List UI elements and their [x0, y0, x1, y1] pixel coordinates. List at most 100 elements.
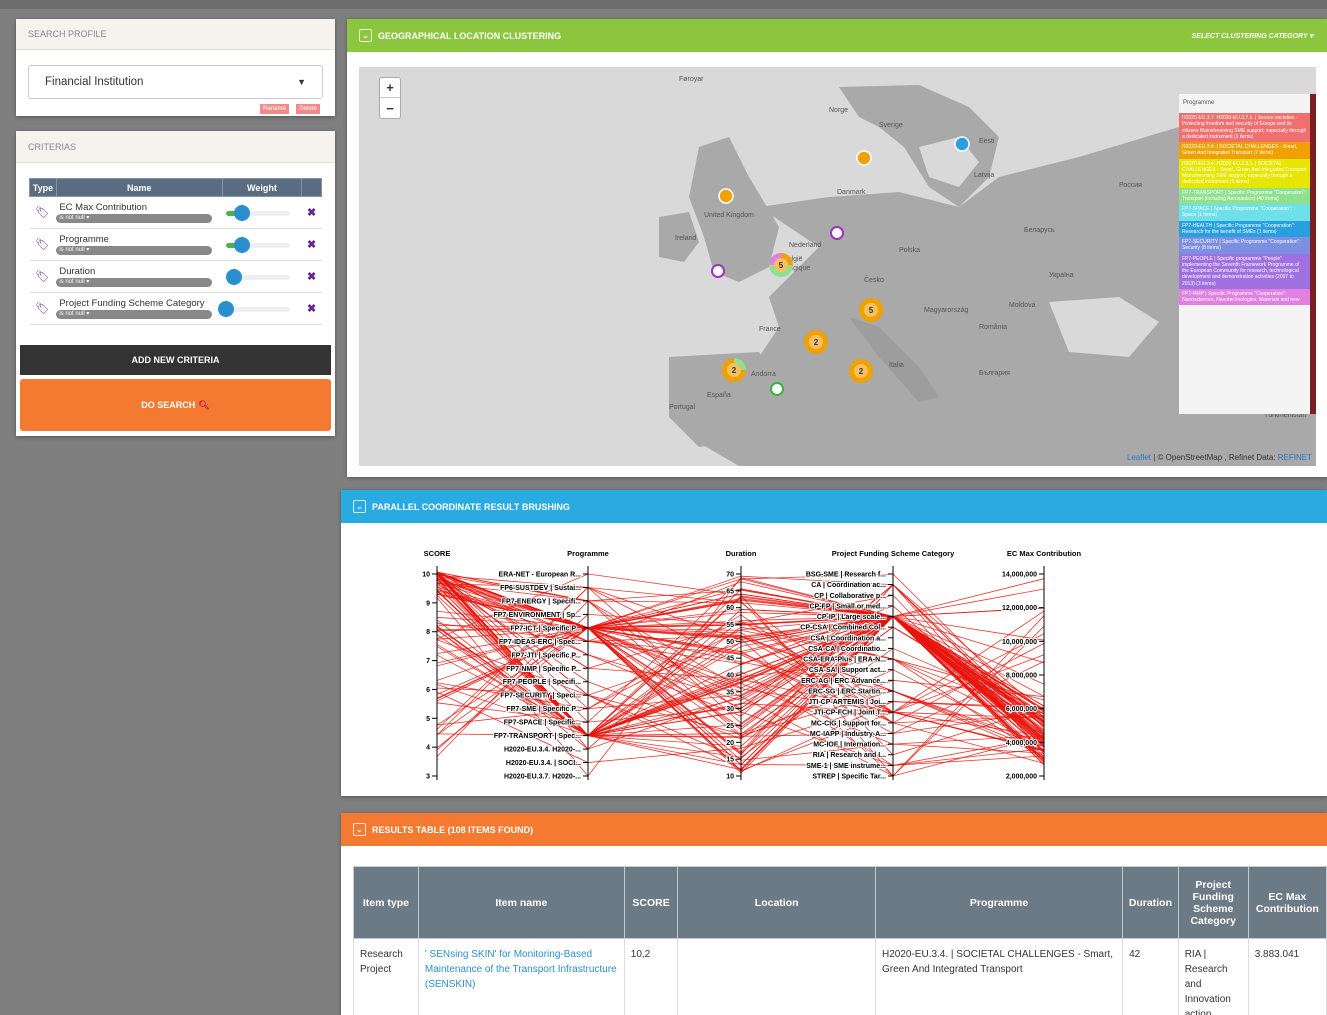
cluster-marker-france[interactable]: 2: [804, 330, 828, 354]
marker-germany[interactable]: [830, 226, 844, 240]
criteria-condition-label: is not null: [59, 247, 85, 253]
cell-item-name-link[interactable]: ' SENsing SKIN' for Monitoring-Based Mai…: [417, 938, 625, 1015]
collapse-chevron-icon[interactable]: ⌄: [353, 500, 366, 513]
axis-tick-label: FP7-TRANSPORT | Spec...: [494, 733, 581, 740]
remove-criteria-icon[interactable]: ✖: [301, 196, 322, 229]
place-label: Eesti: [979, 138, 995, 145]
column-header-programme[interactable]: Programme: [874, 866, 1124, 939]
criteria-name: Programme: [59, 234, 109, 245]
place-label: România: [979, 324, 1007, 331]
refinet-link[interactable]: REFINET: [1278, 453, 1312, 462]
table-row[interactable]: Research Project ' SENsing SKIN' for Mon…: [353, 938, 1327, 1015]
tag-icon: 🏷︎: [29, 292, 57, 325]
parallel-coordinates-chart[interactable]: SCORE 10 9 8 7 6 5 4 3 Programme ERA-NET - Europea…: [341, 523, 1327, 793]
zoom-out-button[interactable]: −: [380, 98, 400, 118]
legend-item[interactable]: FP7-SPACE | Specific Programme "Cooperat…: [1179, 204, 1310, 221]
weight-cell: [222, 228, 302, 261]
slider-knob[interactable]: [225, 268, 242, 285]
slider-knob[interactable]: [234, 204, 251, 221]
criteria-condition-select[interactable]: is not null ▾: [56, 310, 213, 319]
remove-criteria-icon[interactable]: ✖: [301, 260, 322, 293]
remove-criteria-icon[interactable]: ✖: [301, 292, 322, 325]
column-header-location[interactable]: Location: [677, 866, 876, 939]
axis-tick-label: 50: [726, 639, 734, 646]
legend-item[interactable]: FP7-SECURITY | Specific Programme "Coope…: [1179, 237, 1310, 254]
map-view[interactable]: Føroyar Norge Sverige Eesti Latvija Danm…: [359, 67, 1316, 466]
weight-slider[interactable]: [226, 204, 291, 221]
legend-scrollbar[interactable]: [1310, 94, 1316, 414]
parallel-header: ⌄ PARALLEL COORDINATE RESULT BRUSHING: [341, 490, 1327, 523]
cluster-marker-swiss[interactable]: 5: [859, 298, 883, 322]
criteria-condition-select[interactable]: is not null ▾: [56, 246, 213, 255]
axis-tick-label: 2,000,000: [1006, 774, 1037, 781]
axis-tick-label: 14,000,000: [1002, 572, 1037, 579]
axis-tick-label: CSA | Coordination a...: [810, 635, 886, 642]
marker-scotland[interactable]: [718, 188, 734, 204]
weight-slider[interactable]: [218, 300, 291, 317]
marker-brittany[interactable]: [711, 264, 725, 278]
axis-tick-label: 5: [426, 716, 430, 723]
legend-item[interactable]: H2020-EU.3.4. H2020-EU.2.3.1. | SOCIETAL…: [1179, 158, 1310, 188]
column-header-score[interactable]: SCORE: [623, 866, 679, 939]
profile-select[interactable]: Financial Institution ▼: [28, 65, 323, 99]
axis-tick-label: FP7-SECURITY | Speci...: [500, 693, 581, 700]
geo-panel: ⌄ GEOGRAPHICAL LOCATION CLUSTERING SELEC…: [347, 19, 1327, 477]
cluster-marker-spain[interactable]: 2: [722, 358, 746, 382]
criteria-condition-label: is not null: [59, 279, 85, 285]
legend-item[interactable]: H2020-EU.3.4. | SOCIETAL CHALLENGES - Sm…: [1179, 142, 1310, 159]
column-header-name: Name: [55, 178, 223, 197]
search-profile-header: SEARCH PROFILE: [16, 19, 335, 50]
clustering-category-select[interactable]: SELECT CLUSTERING CATEGORY ▾: [1192, 32, 1313, 40]
remove-criteria-icon[interactable]: ✖: [301, 228, 322, 261]
marker-estonia[interactable]: [954, 136, 970, 152]
legend-item[interactable]: FP7-TRANSPORT | Specific Programme "Coop…: [1179, 187, 1310, 204]
criteria-row: 🏷︎ Duration is not null ▾ ✖: [29, 260, 322, 293]
column-header-ec-max[interactable]: EC Max Contribution: [1247, 866, 1327, 939]
delete-button[interactable]: Delete: [296, 104, 320, 114]
legend-item[interactable]: FP7-NMP | Specific Programme "Cooperatio…: [1179, 288, 1310, 306]
marker-sweden[interactable]: [856, 150, 872, 166]
marker-barcelona[interactable]: [770, 382, 784, 396]
column-header-item-type[interactable]: Item type: [353, 866, 419, 939]
place-label: Ireland: [675, 235, 697, 242]
criteria-row: 🏷︎ Project Funding Scheme Category is not …: [29, 292, 322, 325]
place-label: Україна: [1049, 272, 1074, 279]
axis-2[interactable]: Duration 70 65 60 55 50 45 40 35 30 25 20 15 10: [725, 549, 757, 782]
axis-tick-label: FP7-NMP | Specific P...: [506, 666, 581, 673]
axis-tick-label: H2020-EU.3.4. | SOCI...: [506, 760, 581, 767]
leaflet-link[interactable]: Leaflet: [1127, 453, 1151, 462]
slider-knob[interactable]: [218, 300, 235, 317]
column-header-scheme[interactable]: Project Funding Scheme Category: [1177, 866, 1249, 939]
column-header-item-name[interactable]: Item name: [417, 866, 625, 939]
cluster-count: 2: [732, 366, 737, 375]
column-header-duration[interactable]: Duration: [1122, 866, 1179, 939]
axis-tick-label: MC-IOF | Internation...: [813, 742, 886, 749]
cluster-marker-italy[interactable]: 2: [849, 359, 873, 383]
axis-tick-label: 45: [726, 656, 734, 663]
rename-button[interactable]: Rename: [260, 104, 289, 114]
criteria-condition-select[interactable]: is not null ▾: [56, 278, 213, 287]
legend-item[interactable]: H2020-EU.3.7. H2020-EU.3.7.1. | Secure s…: [1179, 113, 1310, 142]
search-profile-panel: SEARCH PROFILE Financial Institution ▼ R…: [16, 19, 335, 116]
axis-tick-label: FP6-SUSTDEV | Sustai...: [500, 585, 581, 592]
place-label: Italia: [889, 362, 904, 369]
weight-slider[interactable]: [226, 236, 291, 253]
cluster-marker-london[interactable]: 5: [769, 253, 793, 277]
slider-knob[interactable]: [234, 236, 251, 253]
add-new-criteria-button[interactable]: ADD NEW CRITERIA: [20, 345, 331, 375]
axis-tick-label: H2020-EU.3.7. H2020-...: [504, 774, 581, 781]
do-search-button[interactable]: DO SEARCH 🔍︎: [20, 379, 331, 431]
zoom-in-button[interactable]: +: [380, 78, 400, 98]
collapse-chevron-icon[interactable]: ⌄: [359, 29, 372, 42]
collapse-chevron-icon[interactable]: ⌄: [353, 823, 366, 836]
legend-item[interactable]: FP7-PEOPLE | Specific programme "People"…: [1179, 253, 1310, 289]
axis-tick-label: JTI-CP-ARTEMIS | Joi...: [808, 699, 886, 706]
cell-item-type: Research Project: [353, 938, 419, 1015]
cluster-count: 2: [859, 367, 864, 376]
legend-item[interactable]: FP7-HEALTH | Specific Programme "Coopera…: [1179, 220, 1310, 237]
axis-3[interactable]: Project Funding Scheme Category BSG-SME |…: [799, 549, 955, 782]
criteria-condition-select[interactable]: is not null ▾: [56, 214, 213, 223]
weight-slider[interactable]: [225, 268, 291, 285]
place-label: Россия: [1119, 182, 1142, 189]
axis-tick-label: 10: [726, 774, 734, 781]
